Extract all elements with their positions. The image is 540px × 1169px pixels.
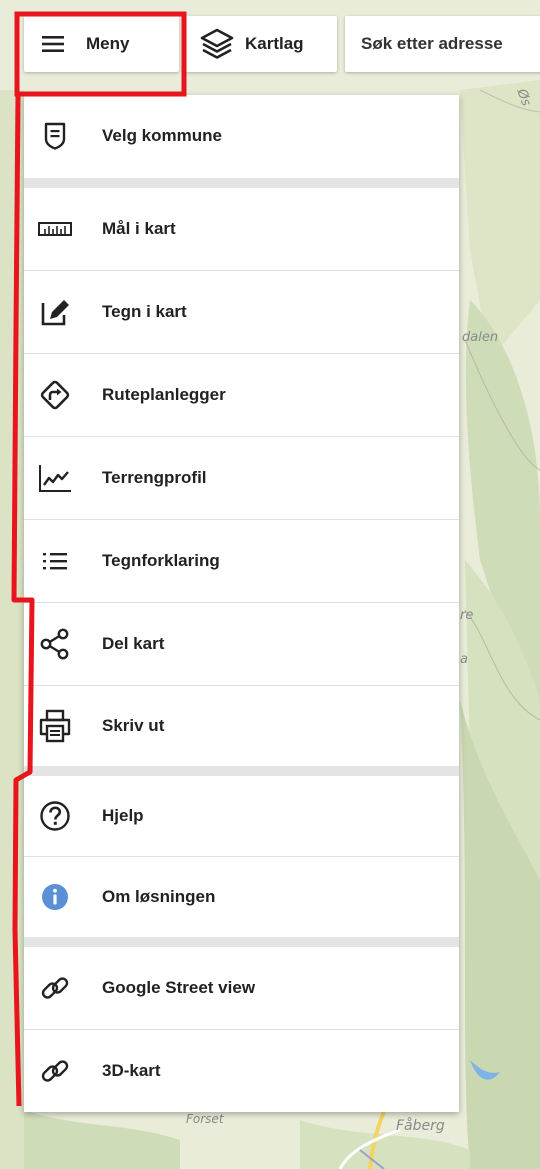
legend-list-icon bbox=[38, 544, 72, 578]
menu-item-label: Mål i kart bbox=[102, 219, 176, 238]
menu-item-velg-kommune[interactable]: Velg kommune bbox=[24, 95, 459, 177]
menu-item-label: Om løsningen bbox=[102, 887, 216, 906]
main-menu-panel: Velg kommune Mål i kart Tegn i kart Rute… bbox=[24, 95, 459, 1112]
menu-item-mal-i-kart[interactable]: Mål i kart bbox=[24, 188, 459, 270]
info-icon bbox=[38, 880, 72, 914]
menu-item-tegnforklaring[interactable]: Tegnforklaring bbox=[24, 520, 459, 602]
menu-item-3d-kart[interactable]: 3D-kart bbox=[24, 1030, 459, 1112]
layers-icon bbox=[197, 27, 237, 61]
map-place-label: re bbox=[460, 608, 474, 623]
menu-item-label: 3D-kart bbox=[102, 1061, 161, 1080]
map-place-label: Forset bbox=[186, 1112, 224, 1126]
menu-item-ruteplanlegger[interactable]: Ruteplanlegger bbox=[24, 354, 459, 436]
help-icon bbox=[38, 799, 72, 833]
menu-button[interactable]: Meny bbox=[24, 16, 179, 72]
search-input[interactable] bbox=[359, 33, 540, 55]
link-icon bbox=[38, 971, 72, 1005]
menu-item-label: Terrengprofil bbox=[102, 468, 207, 487]
menu-item-label: Ruteplanlegger bbox=[102, 385, 226, 404]
menu-item-label: Del kart bbox=[102, 634, 165, 653]
menu-item-google-street-view[interactable]: Google Street view bbox=[24, 947, 459, 1029]
menu-item-terrengprofil[interactable]: Terrengprofil bbox=[24, 437, 459, 519]
menu-item-hjelp[interactable]: Hjelp bbox=[24, 776, 459, 856]
menu-item-skriv-ut[interactable]: Skriv ut bbox=[24, 686, 459, 766]
menu-item-label: Hjelp bbox=[102, 806, 144, 825]
menu-item-label: Tegnforklaring bbox=[102, 551, 220, 570]
hamburger-icon bbox=[42, 35, 64, 53]
terrain-profile-icon bbox=[38, 461, 72, 495]
menu-item-label: Google Street view bbox=[102, 978, 256, 997]
menu-item-label: Tegn i kart bbox=[102, 302, 187, 321]
menu-item-tegn-i-kart[interactable]: Tegn i kart bbox=[24, 271, 459, 353]
layers-button[interactable]: Kartlag bbox=[185, 16, 337, 72]
print-icon bbox=[38, 709, 72, 743]
menu-button-label: Meny bbox=[86, 34, 130, 53]
menu-item-om-losningen[interactable]: Om løsningen bbox=[24, 857, 459, 937]
link-icon bbox=[38, 1054, 72, 1088]
share-icon bbox=[38, 627, 72, 661]
menu-section-divider bbox=[24, 766, 459, 776]
menu-item-label: Skriv ut bbox=[102, 716, 165, 735]
route-icon bbox=[38, 378, 72, 412]
menu-item-label: Velg kommune bbox=[102, 126, 222, 145]
municipality-icon bbox=[38, 119, 72, 153]
ruler-icon bbox=[38, 212, 72, 246]
map-place-label: Fåberg bbox=[396, 1118, 445, 1134]
draw-icon bbox=[38, 295, 72, 329]
map-place-label: a bbox=[460, 652, 468, 667]
map-place-label: dalen bbox=[462, 330, 499, 345]
menu-item-del-kart[interactable]: Del kart bbox=[24, 603, 459, 685]
menu-section-divider bbox=[24, 178, 459, 188]
address-search[interactable] bbox=[345, 16, 540, 72]
menu-section-divider bbox=[24, 937, 459, 947]
layers-button-label: Kartlag bbox=[245, 34, 304, 53]
